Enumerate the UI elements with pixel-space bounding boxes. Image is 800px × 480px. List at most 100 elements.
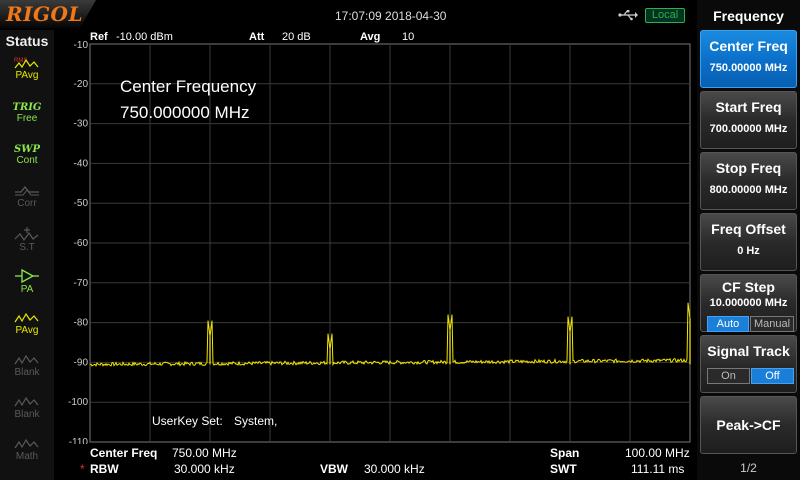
datetime: 17:07:09 2018-04-30 [335, 9, 447, 23]
status-label: Blank [14, 367, 40, 378]
avg-label: Avg [360, 31, 381, 43]
span-value[interactable]: 100.00 MHz [625, 446, 690, 460]
status-item-pa: PA [5, 268, 49, 304]
rbw-value[interactable]: 30.000 kHz [174, 462, 235, 476]
signal-track-softkey[interactable]: Signal Track On Off [700, 335, 797, 393]
swt-label: SWT [550, 462, 577, 476]
cf-step-auto-option[interactable]: Auto [707, 316, 749, 332]
y-tick-label: -30 [74, 119, 89, 130]
parameter-readout: Center Frequency 750.000000 MHz [120, 74, 256, 126]
att-value[interactable]: 20 dB [282, 31, 311, 43]
ref-label: Ref [90, 31, 108, 43]
plot-header: Ref -10.00 dBm Att 20 dB Avg 10 [54, 30, 697, 44]
rigol-logo: RIGOL [0, 0, 96, 30]
status-panel: Status RMS PAvg TRIG Free SWP Cont Corr … [0, 30, 54, 480]
status-item-math: Math [5, 437, 49, 473]
signal-track-on-option[interactable]: On [707, 368, 750, 384]
y-axis-labels: -10-20-30-40-50-60-70-80-90-100-110 [68, 40, 88, 444]
plot-footer: Center Freq 750.00 MHz * RBW 30.000 kHz … [54, 444, 697, 480]
softkey-title: CF Step [722, 279, 775, 295]
correction-icon [15, 185, 39, 196]
y-tick-label: -110 [69, 437, 89, 444]
y-tick-label: -60 [74, 238, 89, 249]
userkey-info: UserKey Set: System, [152, 414, 285, 428]
swt-value[interactable]: 111.11 ms [631, 462, 684, 476]
preamp-icon [15, 268, 39, 284]
userkey-label: UserKey Set: [152, 414, 223, 428]
softkey-menu: Frequency Center Freq 750.00000 MHz Star… [697, 0, 800, 480]
status-item-corr: Corr [5, 184, 49, 220]
status-label: PA [20, 284, 34, 295]
status-label: S.T [19, 242, 35, 253]
status-item-blank-1: Blank [5, 353, 49, 389]
trace-icon [14, 396, 39, 407]
y-tick-label: -70 [74, 278, 89, 289]
top-bar: RIGOL 17:07:09 2018-04-30 Local [0, 0, 697, 30]
spectrum-display: -10 -20 -30 -40 -50 -60 -70 -80 -90 -100 -110 Ref … [54, 30, 697, 480]
center-freq-softkey[interactable]: Center Freq 750.00000 MHz [700, 30, 797, 88]
span-label: Span [550, 446, 580, 460]
status-label: Cont [16, 155, 38, 166]
y-tick-label: -50 [74, 198, 89, 209]
local-badge: Local [645, 8, 685, 23]
y-tick-label: -80 [74, 318, 89, 329]
softkey-value: 10.000000 MHz [709, 297, 788, 309]
status-label: Math [15, 451, 39, 462]
ref-value[interactable]: -10.00 dBm [116, 31, 173, 43]
freq-offset-softkey[interactable]: Freq Offset 0 Hz [700, 213, 797, 271]
userkey-value: System, [234, 414, 278, 428]
softkey-title: Freq Offset [711, 221, 786, 237]
status-label: PAvg [15, 325, 39, 336]
y-tick-label: -20 [74, 79, 89, 90]
y-tick-label: -40 [74, 158, 89, 169]
y-tick-label: -100 [68, 397, 88, 408]
rbw-manual-indicator: * [80, 462, 85, 476]
vbw-value[interactable]: 30.000 kHz [364, 462, 425, 476]
status-item-blank-2: Blank [5, 395, 49, 431]
softkey-value: 800.00000 MHz [709, 184, 788, 196]
readout-value: 750.000000 MHz [120, 103, 250, 122]
status-title: Status [5, 33, 49, 49]
status-tag: SWP [14, 144, 40, 155]
spectrum-trace-icon [14, 227, 39, 242]
softkey-value: 750.00000 MHz [709, 62, 788, 74]
peak-to-cf-softkey[interactable]: Peak->CF [700, 396, 797, 454]
menu-page-indicator: 1/2 [740, 461, 757, 475]
status-item-trig: TRIG Free [5, 102, 49, 138]
softkey-title: Center Freq [709, 38, 788, 54]
math-trace-icon [14, 438, 39, 449]
status-label: Corr [17, 198, 37, 209]
softkey-title: Peak->CF [716, 417, 781, 433]
softkey-title: Start Freq [715, 99, 782, 115]
average-trace-icon: RMS [14, 58, 39, 69]
menu-title: Frequency [713, 8, 784, 24]
stop-freq-softkey[interactable]: Stop Freq 800.00000 MHz [700, 152, 797, 210]
avg-value[interactable]: 10 [402, 31, 414, 43]
trace-icon [14, 354, 39, 365]
cf-step-softkey[interactable]: CF Step 10.000000 MHz Auto Manual [700, 274, 797, 332]
softkey-value: 0 Hz [737, 245, 760, 257]
readout-title: Center Frequency [120, 77, 257, 96]
status-label: Free [16, 113, 38, 124]
average-trace-icon [14, 312, 39, 323]
center-freq-value[interactable]: 750.00 MHz [172, 446, 237, 460]
softkey-value: 700.00000 MHz [709, 123, 788, 135]
usb-icon [618, 10, 638, 21]
y-tick-label: -90 [74, 357, 89, 368]
softkey-title: Signal Track [707, 343, 790, 359]
status-item-st: S.T [5, 226, 49, 262]
status-tag: TRIG [12, 102, 42, 113]
center-freq-label: Center Freq [90, 446, 158, 460]
att-label: Att [249, 31, 265, 43]
status-label: Blank [14, 409, 40, 420]
signal-track-off-option[interactable]: Off [751, 368, 794, 384]
softkey-title: Stop Freq [715, 160, 782, 176]
cf-step-manual-option[interactable]: Manual [750, 316, 794, 332]
status-label: PAvg [15, 70, 39, 81]
start-freq-softkey[interactable]: Start Freq 700.00000 MHz [700, 91, 797, 149]
brand-text: RIGOL [6, 2, 84, 26]
status-item-pavg-2: PAvg [5, 311, 49, 347]
rbw-label: RBW [90, 462, 119, 476]
status-item-pavg: RMS PAvg [5, 56, 49, 92]
vbw-label: VBW [320, 462, 348, 476]
